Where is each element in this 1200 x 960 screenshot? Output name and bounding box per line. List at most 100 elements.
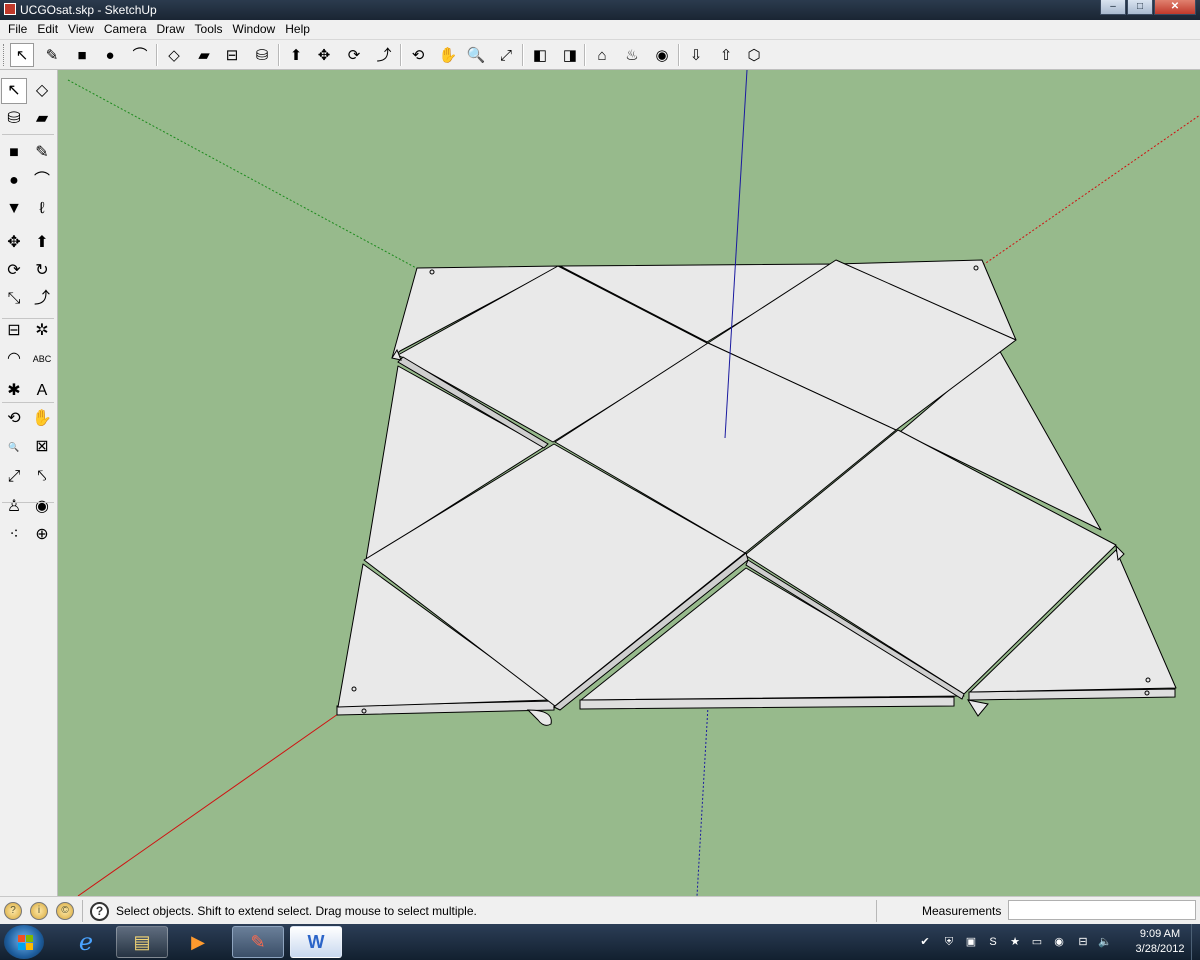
previous-view-tool[interactable]: ⤣ (29, 464, 55, 490)
blue-axis-dashed (696, 705, 709, 896)
3d-text-tool[interactable]: A (29, 378, 55, 404)
offset-tool[interactable]: ⤴ (29, 286, 55, 312)
scale-tool[interactable]: ⤡ (1, 286, 27, 312)
measurements-input[interactable] (1008, 900, 1196, 920)
user-account-icon[interactable]: © (56, 902, 74, 920)
make-component-tool[interactable]: ◇ (162, 43, 186, 67)
get-models-tool[interactable]: ⇩ (684, 43, 708, 67)
circle-tool[interactable]: ● (1, 168, 27, 194)
word-taskbar-icon[interactable]: W (290, 926, 342, 958)
menu-edit[interactable]: Edit (32, 20, 63, 39)
credits-icon[interactable]: i (30, 902, 48, 920)
tray-monitor-icon[interactable]: ▭ (1030, 935, 1044, 949)
main-toolbar: ↖ ✎ ■ ● ⌒ ◇ ▰ ⊟ ⛁ ⬆ ✥ ⟳ ⤴ ⟲ ✋ 🔍 ⤢ ◧ ◨ ⌂ ♨ ◉ ⇩ ⇧ ⬡ (0, 40, 1200, 70)
freehand-tool[interactable]: ℓ (29, 196, 55, 222)
drawing-viewport[interactable] (58, 70, 1200, 896)
geo-location-icon[interactable]: ? (4, 902, 22, 920)
look-around-tool[interactable]: ◉ (29, 494, 55, 520)
menu-camera[interactable]: Camera (99, 20, 152, 39)
google-earth-tool[interactable]: ◉ (650, 43, 674, 67)
line-tool[interactable]: ✎ (29, 140, 55, 166)
clock-date[interactable]: 3/28/2012 (1128, 943, 1192, 955)
add-location-tool[interactable]: ⌂ (590, 43, 614, 67)
orbit-tool[interactable]: ⟲ (406, 43, 430, 67)
section-plane-tool[interactable]: ⊕ (29, 522, 55, 548)
menu-view[interactable]: View (63, 20, 99, 39)
toolbar-grip[interactable] (3, 44, 7, 66)
previous-view-tool[interactable]: ◧ (528, 43, 552, 67)
zoom-tool[interactable]: 🔍 (1, 434, 27, 460)
arc-tool[interactable]: ⌒ (128, 43, 152, 67)
menu-draw[interactable]: Draw (152, 20, 190, 39)
show-desktop-button[interactable] (1191, 924, 1200, 960)
zoom-extents-tool[interactable]: ⤢ (494, 43, 518, 67)
tray-app-icon[interactable]: ◉ (1052, 935, 1066, 949)
sketchup-taskbar-icon[interactable]: ✎ (232, 926, 284, 958)
tray-security-icon[interactable]: ⛨ (942, 935, 956, 949)
toolbar-separator (400, 44, 402, 66)
select-tool[interactable]: ↖ (10, 43, 34, 67)
menu-file[interactable]: File (3, 20, 32, 39)
rectangle-tool[interactable]: ■ (1, 140, 27, 166)
make-component-tool[interactable]: ◇ (29, 78, 55, 104)
move-tool[interactable]: ✥ (312, 43, 336, 67)
follow-me-tool[interactable]: ⤴ (372, 43, 396, 67)
tray-update-icon[interactable]: ✔ (918, 935, 932, 949)
title-bar: UCGOsat.skp - SketchUp – □ ✕ (0, 0, 1200, 20)
sketchup-app-icon (4, 3, 16, 15)
arc-tool[interactable]: ⌒ (29, 168, 55, 194)
follow-me-tool[interactable]: ↻ (29, 258, 55, 284)
circle-tool[interactable]: ● (98, 43, 122, 67)
tray-star-icon[interactable]: ★ (1008, 935, 1022, 949)
maximize-button[interactable]: □ (1127, 0, 1153, 15)
media-player-taskbar-icon[interactable]: ▶ (172, 926, 224, 958)
zoom-window-tool[interactable]: ⊠ (29, 434, 55, 460)
share-component-tool[interactable]: ⬡ (742, 43, 766, 67)
volume-icon[interactable]: 🔈 (1098, 935, 1112, 949)
zoom-extents-tool[interactable]: ⤢ (1, 464, 27, 490)
next-view-tool[interactable]: ◨ (558, 43, 582, 67)
tape-measure-tool[interactable]: ⊟ (1, 318, 27, 344)
move-tool[interactable]: ✥ (1, 230, 27, 256)
orbit-tool[interactable]: ⟲ (1, 406, 27, 432)
pan-tool[interactable]: ✋ (29, 406, 55, 432)
rotate-tool[interactable]: ⟳ (1, 258, 27, 284)
toolbar-separator (522, 44, 524, 66)
walk-tool[interactable]: ⁖ (1, 522, 27, 548)
tray-skype-icon[interactable]: S (986, 935, 1000, 949)
help-icon[interactable]: ? (90, 902, 109, 921)
dimension-tool[interactable]: ✲ (29, 318, 55, 344)
model-scene[interactable] (58, 70, 1200, 896)
pencil-tool[interactable]: ✎ (40, 43, 64, 67)
text-tool[interactable]: ABC (29, 346, 55, 372)
internet-explorer-taskbar-icon[interactable]: e (60, 926, 112, 958)
zoom-tool[interactable]: 🔍 (464, 43, 488, 67)
tray-network-share-icon[interactable]: ▣ (964, 935, 978, 949)
close-button[interactable]: ✕ (1154, 0, 1196, 15)
tape-measure-tool[interactable]: ⊟ (220, 43, 244, 67)
rotate-tool[interactable]: ⟳ (342, 43, 366, 67)
push-pull-tool[interactable]: ⬆ (284, 43, 308, 67)
clock-time[interactable]: 9:09 AM (1128, 928, 1192, 940)
eraser-tool[interactable]: ▰ (192, 43, 216, 67)
network-icon[interactable]: ⊟ (1076, 935, 1090, 949)
menu-help[interactable]: Help (280, 20, 315, 39)
pan-tool[interactable]: ✋ (436, 43, 460, 67)
rectangle-tool[interactable]: ■ (70, 43, 94, 67)
menu-window[interactable]: Window (228, 20, 281, 39)
position-camera-tool[interactable]: ♙ (1, 494, 27, 520)
push-pull-tool[interactable]: ⬆ (29, 230, 55, 256)
menu-tools[interactable]: Tools (190, 20, 228, 39)
protractor-tool[interactable]: ◠ (1, 346, 27, 372)
file-explorer-taskbar-icon[interactable]: ▤ (116, 926, 168, 958)
polygon-tool[interactable]: ▼ (1, 196, 27, 222)
share-model-tool[interactable]: ⇧ (714, 43, 738, 67)
axes-tool[interactable]: ✱ (1, 378, 27, 404)
eraser-tool[interactable]: ▰ (29, 106, 55, 132)
paint-bucket-tool[interactable]: ⛁ (250, 43, 274, 67)
toggle-terrain-tool[interactable]: ♨ (620, 43, 644, 67)
paint-bucket-tool[interactable]: ⛁ (1, 106, 27, 132)
select-tool[interactable]: ↖ (1, 78, 27, 104)
start-button[interactable] (4, 925, 44, 959)
minimize-button[interactable]: – (1100, 0, 1126, 15)
